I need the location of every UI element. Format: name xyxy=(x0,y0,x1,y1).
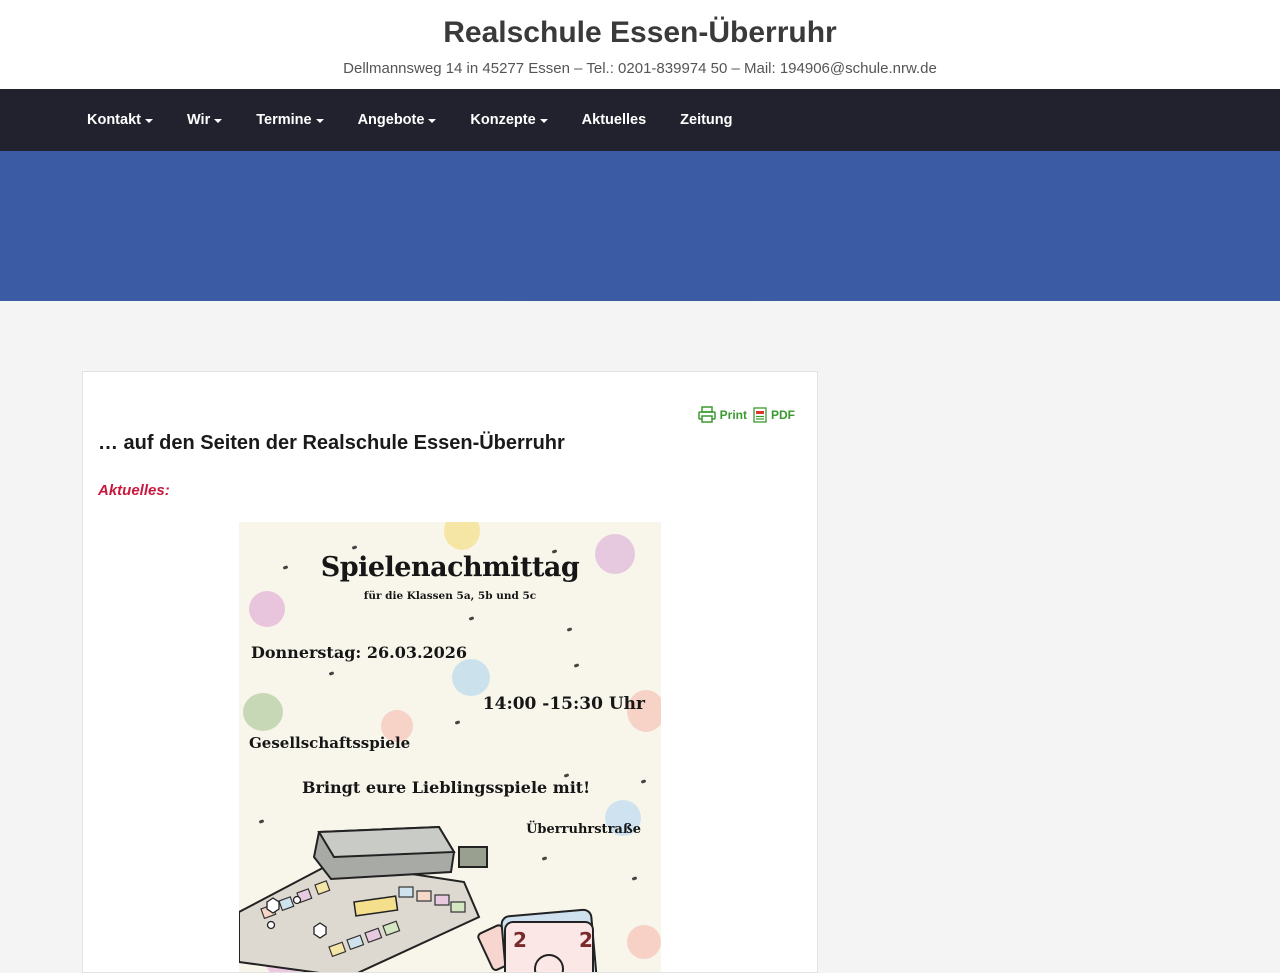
caret-down-icon xyxy=(428,118,437,123)
print-button[interactable]: Print xyxy=(697,406,747,423)
event-poster-image[interactable]: Spielenachmittag für die Klassen 5a, 5b … xyxy=(239,522,661,972)
poster-bring-text: Bringt eure Lieblingsspiele mit! xyxy=(302,778,591,797)
nav-item-label: Termine xyxy=(256,112,312,128)
decor-dot xyxy=(452,659,490,696)
decor-dot xyxy=(243,693,283,731)
main-navigation: Kontakt Wir Termine Angebote Konzepte Ak… xyxy=(0,89,1280,151)
nav-item-angebote[interactable]: Angebote xyxy=(358,112,437,128)
nav-item-zeitung[interactable]: Zeitung xyxy=(680,112,732,128)
card-number: 2 xyxy=(579,928,593,952)
decor-speck xyxy=(566,627,573,632)
decor-dot xyxy=(444,522,480,550)
nav-item-label: Angebote xyxy=(357,112,425,128)
content-card: Print PDF … auf den Seiten der Realschul… xyxy=(82,371,818,973)
decor-speck xyxy=(454,720,461,725)
decor-speck xyxy=(351,545,358,550)
nav-item-kontakt[interactable]: Kontakt xyxy=(87,112,153,128)
decor-speck xyxy=(468,616,475,621)
print-pdf-tools: Print PDF xyxy=(697,406,795,423)
nav-item-label: Kontakt xyxy=(87,112,141,128)
nav-item-aktuelles[interactable]: Aktuelles xyxy=(582,112,646,128)
poster-subtitle: für die Klassen 5a, 5b und 5c xyxy=(363,590,537,602)
caret-down-icon xyxy=(214,118,223,123)
decor-speck xyxy=(640,779,647,784)
hero-banner xyxy=(0,151,1280,301)
section-label-aktuelles: Aktuelles: xyxy=(98,482,170,499)
site-header: Realschule Essen-Überruhr Dellmannsweg 1… xyxy=(0,0,1280,89)
poster-title: Spielenachmittag xyxy=(320,552,580,583)
nav-item-label: Konzepte xyxy=(470,112,536,128)
caret-down-icon xyxy=(144,118,153,123)
print-label: Print xyxy=(719,407,747,422)
poster-date: Donnerstag: 26.03.2026 xyxy=(251,643,468,662)
nav-item-termine[interactable]: Termine xyxy=(256,112,324,128)
banner-shadow xyxy=(80,300,1200,328)
site-description: Dellmannsweg 14 in 45277 Essen – Tel.: 0… xyxy=(343,60,937,77)
card-number: 2 xyxy=(513,928,527,952)
pdf-icon xyxy=(753,406,767,423)
nav-item-label: Zeitung xyxy=(680,112,733,128)
poster-time: 14:00 -15:30 Uhr xyxy=(482,694,645,714)
site-title[interactable]: Realschule Essen-Überruhr xyxy=(0,0,1280,50)
caret-down-icon xyxy=(539,118,548,123)
pdf-button[interactable]: PDF xyxy=(753,406,795,423)
printer-icon xyxy=(697,406,716,423)
decor-speck xyxy=(573,663,580,668)
nav-item-konzepte[interactable]: Konzepte xyxy=(470,112,548,128)
nav-item-label: Wir xyxy=(186,112,211,128)
board-game-illustration: 2 2 xyxy=(239,825,598,972)
page-heading: … auf den Seiten der Realschule Essen-Üb… xyxy=(98,432,565,454)
caret-down-icon xyxy=(315,118,324,123)
decor-speck xyxy=(328,671,335,676)
nav-item-label: Aktuelles xyxy=(581,112,647,128)
pdf-label: PDF xyxy=(771,407,795,422)
poster-games: Gesellschaftsspiele xyxy=(249,734,411,752)
nav-item-wir[interactable]: Wir xyxy=(186,112,223,128)
